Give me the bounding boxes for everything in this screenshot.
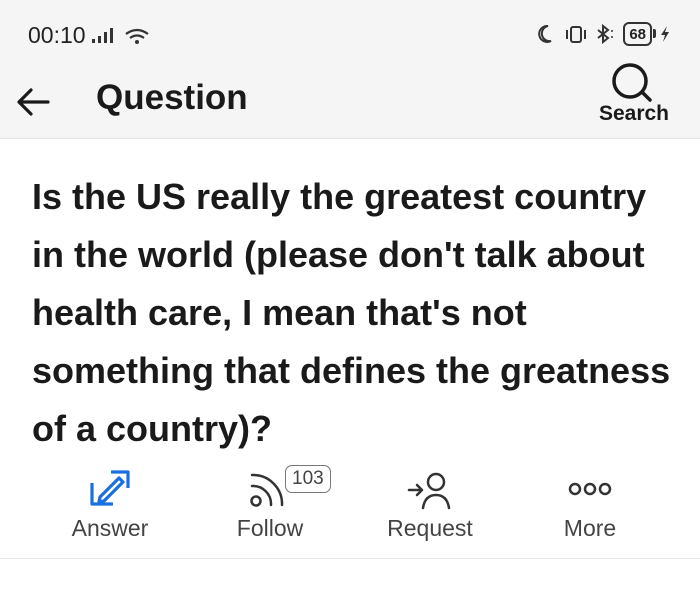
moon-icon xyxy=(538,24,552,43)
search-icon xyxy=(612,63,652,102)
answer-label: Answer xyxy=(71,515,149,541)
question-title: Is the US really the greatest country in… xyxy=(32,176,671,449)
signal-wifi-icon xyxy=(92,28,149,44)
more-label: More xyxy=(563,515,617,541)
charging-icon xyxy=(661,26,669,42)
pen-square-icon xyxy=(90,470,130,506)
bluetooth-icon xyxy=(597,24,614,44)
dots-icon xyxy=(568,482,612,496)
rss-icon xyxy=(250,473,284,507)
status-time: 00:10 xyxy=(28,22,86,48)
page-title: Question xyxy=(96,78,248,117)
more-button[interactable]: More xyxy=(510,460,670,556)
follow-label: Follow xyxy=(236,515,304,541)
follow-count-badge: 103 xyxy=(285,465,331,493)
back-button[interactable] xyxy=(14,82,54,122)
search-label: Search xyxy=(598,102,670,125)
vibrate-icon xyxy=(566,26,587,43)
request-button[interactable]: Request xyxy=(350,460,510,556)
status-right-icons: 68 xyxy=(537,22,672,46)
question-actions-bar: Answer 103 Follow Request More xyxy=(0,460,700,559)
follow-button[interactable]: 103 Follow xyxy=(190,460,350,556)
status-left-icons xyxy=(92,26,152,51)
top-app-bar: Question Search xyxy=(0,63,700,139)
search-button[interactable]: Search xyxy=(594,62,674,130)
battery-indicator: 68 xyxy=(623,22,656,46)
add-user-icon xyxy=(407,472,451,510)
arrow-left-icon xyxy=(17,88,50,116)
status-bar: 00:10 68 xyxy=(0,0,700,68)
answer-button[interactable]: Answer xyxy=(30,460,190,556)
request-label: Request xyxy=(387,515,473,541)
